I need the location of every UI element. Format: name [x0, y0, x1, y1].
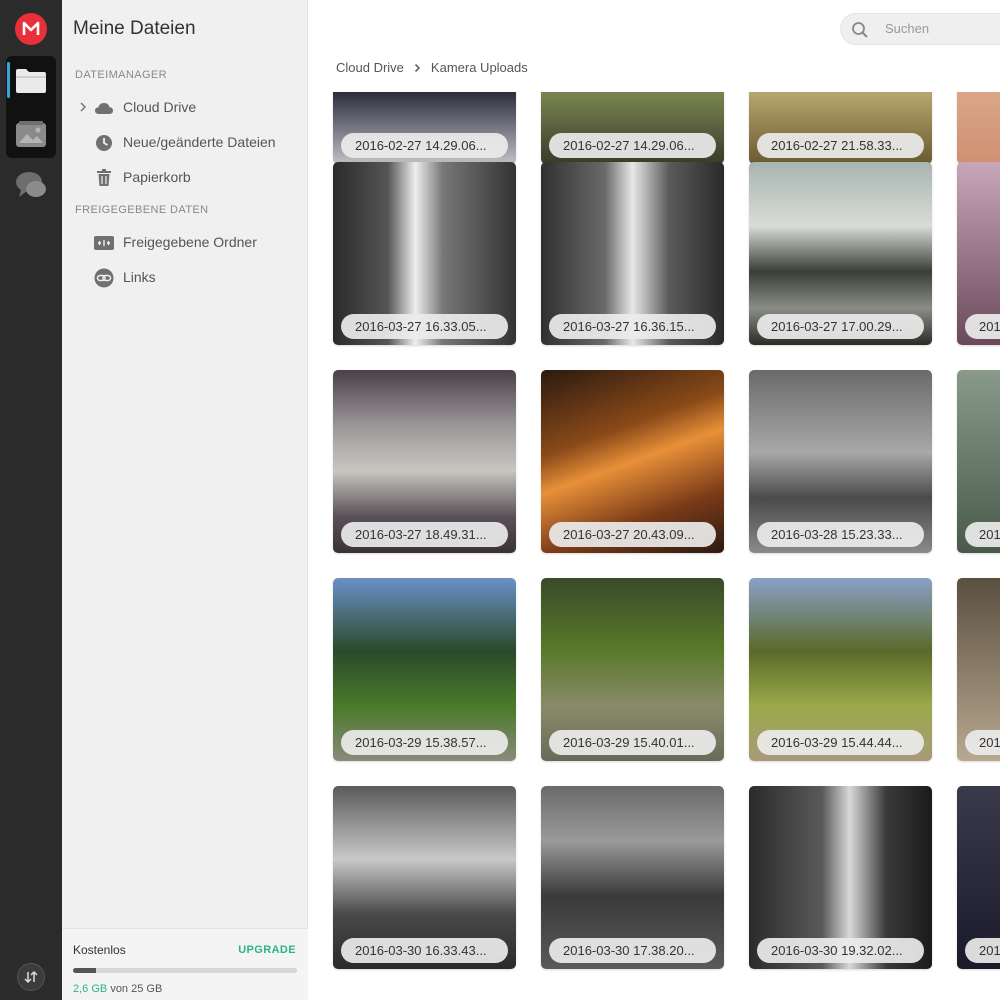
- photo-thumbnail[interactable]: 201: [957, 786, 1000, 969]
- section-shared: FREIGEGEBENE DATEN: [75, 204, 209, 216]
- plan-label: Kostenlos: [73, 943, 126, 957]
- search-icon: [851, 21, 869, 44]
- file-manager-sidebar: Meine Dateien DATEIMANAGER Cloud Drive N…: [62, 0, 308, 1000]
- photo-thumbnail[interactable]: 2016-03-29 15.44.44...: [749, 578, 932, 761]
- breadcrumb-current[interactable]: Kamera Uploads: [431, 60, 528, 75]
- chevron-right-icon[interactable]: [79, 100, 87, 116]
- cloud-drive-rail-icon[interactable]: [0, 59, 62, 103]
- photo-filename: 2016-03-27 16.33.05...: [341, 314, 508, 339]
- breadcrumb: Cloud Drive Kamera Uploads: [336, 60, 528, 75]
- clock-icon: [94, 133, 114, 153]
- trash-icon: [94, 168, 114, 188]
- photo-filename: 2016-03-29 15.40.01...: [549, 730, 716, 755]
- shared-folder-icon: [94, 233, 114, 253]
- sidebar-item-trash[interactable]: Papierkorb: [62, 162, 308, 192]
- photo-grid: 2016-02-27 14.29.06... 2016-02-27 14.29.0…: [308, 92, 1000, 1000]
- chevron-right-icon: [414, 63, 421, 73]
- photo-filename: 2016-03-30 19.32.02...: [757, 938, 924, 963]
- photo-filename: 2016-03-29 15.44.44...: [757, 730, 924, 755]
- search-box[interactable]: [840, 13, 1000, 45]
- photo-filename: 201: [965, 938, 1000, 963]
- sidebar-item-shared-folders[interactable]: Freigegebene Ordner: [62, 227, 308, 257]
- sidebar-title: Meine Dateien: [73, 18, 196, 39]
- photo-filename: 201: [965, 730, 1000, 755]
- photo-thumbnail[interactable]: 2016-03-27 16.33.05...: [333, 162, 516, 345]
- storage-progress-fill: [73, 968, 97, 973]
- storage-footer: Kostenlos UPGRADE 2,6 GB von 25 GB: [62, 928, 308, 1000]
- photo-filename: 2016-03-30 16.33.43...: [341, 938, 508, 963]
- photo-filename: 201: [965, 522, 1000, 547]
- photo-filename: 2016-02-27 14.29.06...: [341, 133, 508, 158]
- main-content: Cloud Drive Kamera Uploads 2016-02-27 14…: [308, 0, 1000, 1000]
- photo-thumbnail[interactable]: [957, 92, 1000, 164]
- storage-usage: 2,6 GB von 25 GB: [73, 983, 162, 995]
- storage-total: von 25 GB: [110, 983, 163, 995]
- photo-thumbnail[interactable]: 2016-03-27 17.00.29...: [749, 162, 932, 345]
- photo-thumbnail[interactable]: 2016-03-28 15.23.33...: [749, 370, 932, 553]
- sidebar-item-label: Freigegebene Ordner: [123, 234, 257, 250]
- photo-filename: 2016-03-27 18.49.31...: [341, 522, 508, 547]
- photo-thumbnail[interactable]: 2016-03-30 17.38.20...: [541, 786, 724, 969]
- photo-filename: 201: [965, 314, 1000, 339]
- section-file-manager: DATEIMANAGER: [75, 69, 167, 81]
- breadcrumb-root[interactable]: Cloud Drive: [336, 60, 404, 75]
- photo-thumbnail[interactable]: 2016-03-27 20.43.09...: [541, 370, 724, 553]
- photo-thumbnail[interactable]: 2016-03-29 15.40.01...: [541, 578, 724, 761]
- storage-progress-bar: [73, 968, 297, 973]
- photo-thumbnail[interactable]: 2016-02-27 21.58.33...: [749, 92, 932, 164]
- link-icon: [94, 268, 114, 288]
- photo-filename: 2016-03-30 17.38.20...: [549, 938, 716, 963]
- photo-filename: 2016-03-27 16.36.15...: [549, 314, 716, 339]
- photo-thumbnail[interactable]: 2016-02-27 14.29.06...: [541, 92, 724, 164]
- photo-thumbnail[interactable]: 201: [957, 578, 1000, 761]
- photo-filename: 2016-03-28 15.23.33...: [757, 522, 924, 547]
- photo-filename: 2016-03-27 17.00.29...: [757, 314, 924, 339]
- sidebar-item-cloud-drive[interactable]: Cloud Drive: [62, 92, 308, 122]
- sidebar-item-links[interactable]: Links: [62, 262, 308, 292]
- sidebar-item-recent[interactable]: Neue/geänderte Dateien: [62, 127, 308, 157]
- sidebar-item-label: Neue/geänderte Dateien: [123, 134, 276, 150]
- chat-rail-icon[interactable]: [0, 163, 62, 207]
- photo-thumbnail[interactable]: 2016-03-30 16.33.43...: [333, 786, 516, 969]
- app-rail: [0, 0, 62, 1000]
- photo-thumbnail[interactable]: 2016-03-27 18.49.31...: [333, 370, 516, 553]
- photo-thumbnail[interactable]: 2016-03-29 15.38.57...: [333, 578, 516, 761]
- photo-thumbnail[interactable]: 2016-03-27 16.36.15...: [541, 162, 724, 345]
- sidebar-item-label: Cloud Drive: [123, 99, 197, 115]
- mega-logo-icon[interactable]: [15, 13, 47, 45]
- photo-thumbnail[interactable]: 2016-02-27 14.29.06...: [333, 92, 516, 164]
- sidebar-item-label: Papierkorb: [123, 169, 191, 185]
- sidebar-item-label: Links: [123, 269, 156, 285]
- photo-thumbnail[interactable]: 201: [957, 370, 1000, 553]
- photo-filename: 2016-02-27 14.29.06...: [549, 133, 716, 158]
- search-input[interactable]: [885, 21, 1000, 36]
- storage-used: 2,6 GB: [73, 983, 108, 995]
- cloud-icon: [94, 98, 114, 118]
- photo-filename: 2016-02-27 21.58.33...: [757, 133, 924, 158]
- photo-thumbnail[interactable]: 2016-03-30 19.32.02...: [749, 786, 932, 969]
- upgrade-link[interactable]: UPGRADE: [238, 944, 296, 956]
- transfer-icon[interactable]: [17, 963, 45, 991]
- photo-filename: 2016-03-29 15.38.57...: [341, 730, 508, 755]
- photo-thumbnail[interactable]: 201: [957, 162, 1000, 345]
- photo-filename: 2016-03-27 20.43.09...: [549, 522, 716, 547]
- photos-rail-icon[interactable]: [0, 112, 62, 156]
